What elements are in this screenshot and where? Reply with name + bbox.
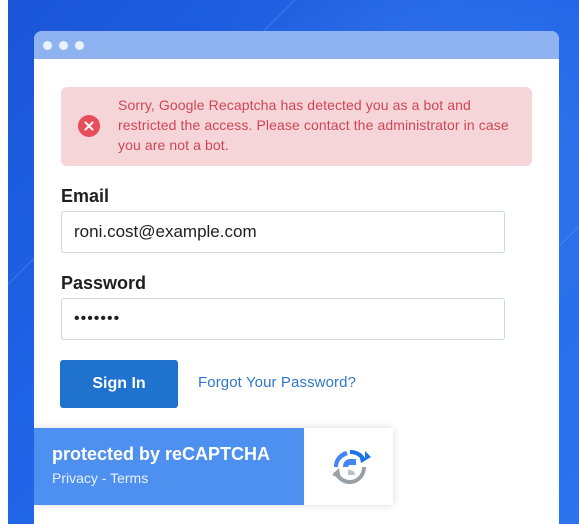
forgot-password-link[interactable]: Forgot Your Password?	[198, 374, 356, 392]
window-dot-icon	[43, 41, 52, 50]
window-dot-icon	[59, 41, 68, 50]
sign-in-button[interactable]: Sign In	[60, 360, 178, 408]
privacy-link[interactable]: Privacy	[52, 470, 98, 486]
recaptcha-badge: protected by reCAPTCHA Privacy - Terms	[34, 428, 393, 505]
recaptcha-logo-icon	[332, 450, 371, 484]
browser-window: Sorry, Google Recaptcha has detected you…	[34, 31, 559, 524]
error-icon	[78, 115, 100, 137]
recaptcha-links: Privacy - Terms	[52, 470, 148, 486]
browser-title-bar	[34, 31, 559, 59]
terms-link[interactable]: Terms	[110, 470, 148, 486]
link-separator: -	[97, 470, 111, 486]
login-screenshot: Sorry, Google Recaptcha has detected you…	[0, 0, 579, 524]
password-label: Password	[61, 273, 147, 293]
error-message: Sorry, Google Recaptcha has detected you…	[118, 97, 509, 153]
email-field[interactable]	[61, 211, 505, 253]
window-dot-icon	[75, 41, 84, 50]
recaptcha-title: protected by reCAPTCHA	[52, 444, 271, 464]
email-label: Email	[61, 186, 110, 206]
recaptcha-info-panel: protected by reCAPTCHA Privacy - Terms	[34, 428, 304, 505]
password-field[interactable]	[61, 298, 505, 340]
